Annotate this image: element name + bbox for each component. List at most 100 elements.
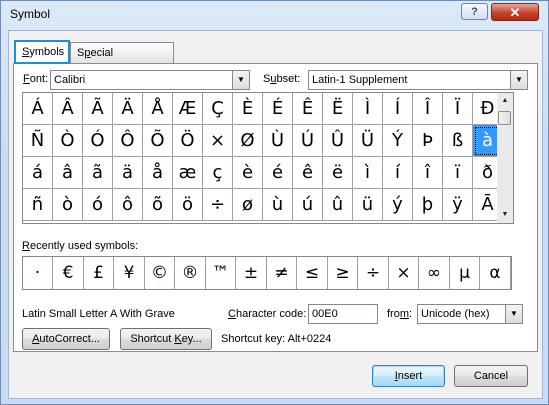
symbol-cell[interactable]: ù xyxy=(263,189,293,221)
chevron-down-icon[interactable]: ▼ xyxy=(232,71,249,89)
font-dropdown[interactable]: Calibri ▼ xyxy=(50,70,250,90)
symbol-cell[interactable]: ú xyxy=(293,189,323,221)
symbol-cell[interactable]: Ù xyxy=(263,125,293,157)
symbol-cell[interactable]: í xyxy=(383,157,413,189)
symbol-grid-scrollbar[interactable]: ▲ ▼ xyxy=(497,92,514,224)
help-button[interactable]: ? xyxy=(461,3,488,20)
close-button[interactable]: ✕ xyxy=(491,3,539,21)
scroll-thumb[interactable] xyxy=(498,111,511,125)
symbol-cell[interactable]: ã xyxy=(83,157,113,189)
symbol-cell[interactable]: û xyxy=(323,189,353,221)
symbol-cell[interactable]: ü xyxy=(353,189,383,221)
symbol-cell[interactable]: ä xyxy=(113,157,143,189)
symbol-cell[interactable]: Â xyxy=(53,93,83,125)
symbol-cell[interactable]: ò xyxy=(53,189,83,221)
symbol-cell[interactable]: Ü xyxy=(353,125,383,157)
recent-symbols-row[interactable]: · € £ ¥ © ® ™ ± ≠ ≤ ≥ ÷ × ∞ µ α xyxy=(22,256,512,290)
symbol-cell[interactable]: õ xyxy=(143,189,173,221)
recent-symbol-cell[interactable]: ≥ xyxy=(328,257,358,289)
symbol-cell[interactable]: ô xyxy=(113,189,143,221)
recent-symbol-cell[interactable]: ≤ xyxy=(298,257,328,289)
recent-symbol-cell[interactable]: € xyxy=(54,257,84,289)
symbol-cell[interactable]: Ö xyxy=(173,125,203,157)
symbol-cell[interactable]: È xyxy=(233,93,263,125)
symbol-cell[interactable]: ñ xyxy=(23,189,53,221)
symbol-cell[interactable]: Ñ xyxy=(23,125,53,157)
recent-symbol-cell[interactable]: © xyxy=(145,257,175,289)
symbol-cell[interactable]: Û xyxy=(323,125,353,157)
symbol-cell[interactable]: ÿ xyxy=(443,189,473,221)
symbol-cell[interactable]: Õ xyxy=(143,125,173,157)
symbol-cell[interactable]: ß xyxy=(443,125,473,157)
symbol-cell[interactable]: þ xyxy=(413,189,443,221)
symbol-cell[interactable]: â xyxy=(53,157,83,189)
symbol-cell[interactable]: Ô xyxy=(113,125,143,157)
recent-symbol-cell[interactable]: ™ xyxy=(206,257,236,289)
autocorrect-button[interactable]: AutoCorrect... xyxy=(22,328,110,350)
shortcut-key-button[interactable]: Shortcut Key... xyxy=(120,328,212,350)
symbol-cell[interactable]: Æ xyxy=(173,93,203,125)
symbol-cell[interactable]: ï xyxy=(443,157,473,189)
symbol-cell[interactable]: Á xyxy=(23,93,53,125)
symbol-cell[interactable]: ö xyxy=(173,189,203,221)
recent-symbol-cell[interactable]: ≠ xyxy=(267,257,297,289)
from-value: Unicode (hex) xyxy=(421,308,490,320)
symbol-cell[interactable]: Ú xyxy=(293,125,323,157)
symbol-cell[interactable]: É xyxy=(263,93,293,125)
symbol-cell[interactable]: Ã xyxy=(83,93,113,125)
symbol-cell[interactable]: Þ xyxy=(413,125,443,157)
recent-symbol-cell[interactable]: ® xyxy=(176,257,206,289)
scroll-up-icon[interactable]: ▲ xyxy=(497,93,513,109)
symbol-cell[interactable]: é xyxy=(263,157,293,189)
symbol-cell[interactable]: Ó xyxy=(83,125,113,157)
symbol-cell[interactable]: × xyxy=(203,125,233,157)
recent-symbol-cell[interactable]: ± xyxy=(237,257,267,289)
symbol-cell[interactable]: æ xyxy=(173,157,203,189)
symbol-cell[interactable]: Í xyxy=(383,93,413,125)
recent-symbol-cell[interactable]: ∞ xyxy=(420,257,450,289)
symbol-cell[interactable]: ç xyxy=(203,157,233,189)
symbol-cell[interactable]: ê xyxy=(293,157,323,189)
recent-symbol-cell[interactable]: ¥ xyxy=(115,257,145,289)
recent-symbol-cell[interactable]: × xyxy=(389,257,419,289)
character-code-input[interactable]: 00E0 xyxy=(308,304,378,324)
symbol-cell[interactable]: Ì xyxy=(353,93,383,125)
symbol-cell[interactable]: ø xyxy=(233,189,263,221)
symbol-grid[interactable]: Á Â Ã Ä Å Æ Ç È É Ê Ë Ì Í Î Ï Ð Ñ Ò Ó Ô Õ Ö × Ø Ù Ú Û Ü Ý Þß à á â ã ä å æ ç è… xyxy=(22,92,511,224)
symbol-cell[interactable]: ÷ xyxy=(203,189,233,221)
recent-symbol-cell[interactable]: µ xyxy=(450,257,480,289)
symbol-cell[interactable]: Ò xyxy=(53,125,83,157)
symbol-cell[interactable]: ë xyxy=(323,157,353,189)
symbol-cell[interactable]: Å xyxy=(143,93,173,125)
symbol-cell[interactable]: ý xyxy=(383,189,413,221)
chevron-down-icon[interactable]: ▼ xyxy=(505,305,522,323)
chevron-down-icon[interactable]: ▼ xyxy=(510,71,527,89)
recent-symbol-cell[interactable]: ÷ xyxy=(359,257,389,289)
font-value: Calibri xyxy=(54,74,86,86)
symbol-cell[interactable]: Ä xyxy=(113,93,143,125)
symbol-cell[interactable]: è xyxy=(233,157,263,189)
from-dropdown[interactable]: Unicode (hex) ▼ xyxy=(417,304,523,324)
symbol-cell[interactable]: Ë xyxy=(323,93,353,125)
dialog-client-area: Symbols Special Characters Font: Calibri… xyxy=(8,30,543,399)
symbol-cell[interactable]: Ç xyxy=(203,93,233,125)
symbol-cell[interactable]: Î xyxy=(413,93,443,125)
tab-special-characters[interactable]: Special Characters xyxy=(70,42,174,79)
symbol-cell[interactable]: Ï xyxy=(443,93,473,125)
symbol-cell[interactable]: î xyxy=(413,157,443,189)
symbol-cell[interactable]: å xyxy=(143,157,173,189)
symbol-cell[interactable]: Ê xyxy=(293,93,323,125)
cancel-button[interactable]: Cancel xyxy=(454,365,528,387)
recent-symbol-cell[interactable]: £ xyxy=(84,257,114,289)
symbol-cell[interactable]: á xyxy=(23,157,53,189)
scroll-down-icon[interactable]: ▼ xyxy=(497,207,513,223)
recent-symbol-cell[interactable]: α xyxy=(481,257,511,289)
symbol-cell[interactable]: Ý xyxy=(383,125,413,157)
symbol-cell[interactable]: ó xyxy=(83,189,113,221)
recent-symbol-cell[interactable]: · xyxy=(23,257,53,289)
tab-symbols[interactable]: Symbols xyxy=(14,40,70,64)
symbol-cell[interactable]: Ø xyxy=(233,125,263,157)
insert-button[interactable]: Insert xyxy=(372,365,445,387)
symbol-cell[interactable]: ì xyxy=(353,157,383,189)
subset-dropdown[interactable]: Latin-1 Supplement ▼ xyxy=(308,70,528,90)
